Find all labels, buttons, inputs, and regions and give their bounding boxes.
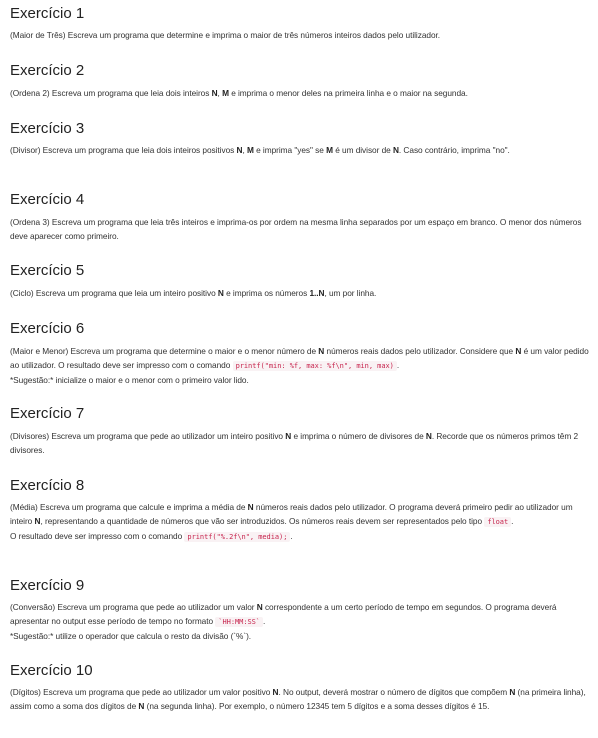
text-span: (Ordena 2) Escreva um programa que leia … [10, 88, 212, 98]
exercise-paragraph: (Ordena 2) Escreva um programa que leia … [10, 86, 590, 100]
inline-code: float [484, 517, 512, 527]
exercise-2: Exercício 2 (Ordena 2) Escreva um program… [10, 62, 590, 100]
text-span: (Dígitos) Escreva um programa que pede a… [10, 687, 273, 697]
text-span: O resultado deve ser impresso com o coma… [10, 531, 185, 541]
text-span: e imprima os números [223, 288, 310, 298]
text-span: números reais dados pelo utilizador. Con… [324, 346, 516, 356]
text-span: , um por linha. [324, 288, 377, 298]
bold-term: M [326, 145, 333, 155]
text-span: . [511, 516, 514, 526]
exercise-paragraph: (Divisor) Escreva um programa que leia d… [10, 143, 590, 157]
inline-code: `HH:MM:SS` [215, 617, 263, 627]
exercise-4: Exercício 4 (Ordena 3) Escreva um program… [10, 191, 590, 243]
inline-code: printf("%.2f\n", media); [184, 532, 291, 542]
exercise-paragraph: (Ciclo) Escreva um programa que leia um … [10, 286, 590, 300]
exercise-3: Exercício 3 (Divisor) Escreva um programa… [10, 120, 590, 157]
bold-term: M [222, 88, 229, 98]
exercise-1: Exercício 1 (Maior de Três) Escreva um pr… [10, 5, 590, 42]
text-span: (Divisor) Escreva um programa que leia d… [10, 145, 237, 155]
exercise-9: Exercício 9 (Conversão) Escreva um progra… [10, 577, 590, 643]
exercise-title: Exercício 7 [10, 405, 85, 422]
exercise-title: Exercício 4 [10, 191, 85, 208]
exercise-paragraph: (Ordena 3) Escreva um programa que leia … [10, 215, 590, 243]
exercise-title: Exercício 6 [10, 320, 85, 337]
text-span: e imprima o número de divisores de [291, 431, 426, 441]
bold-term: 1..N [309, 288, 325, 298]
text-span: e imprima "yes" se [253, 145, 327, 155]
exercise-10: Exercício 10 (Dígitos) Escreva um program… [10, 662, 590, 713]
exercise-paragraph: *Sugestão:* utilize o operador que calcu… [10, 629, 590, 643]
inline-code: printf("min: %f, max: %f\n", min, max) [232, 361, 397, 371]
text-span: , representando a quantidade de números … [40, 516, 485, 526]
text-span: (Maior de Três) Escreva um programa que … [10, 30, 441, 40]
exercise-8: Exercício 8 (Média) Escreva um programa q… [10, 477, 590, 544]
text-span: . [262, 616, 266, 626]
text-span: (Média) Escreva um programa que calcule … [10, 502, 248, 512]
text-span: *Sugestão:* inicialize o maior e o menor… [10, 375, 249, 385]
exercise-title: Exercício 2 [10, 62, 85, 79]
text-span: (Divisores) Escreva um programa que pede… [10, 431, 286, 441]
exercise-paragraph: (Maior e Menor) Escreva um programa que … [10, 344, 590, 373]
exercise-title: Exercício 8 [10, 477, 85, 494]
text-span: . No output, deverá mostrar o número de … [278, 687, 510, 697]
text-span: (Maior e Menor) Escreva um programa que … [10, 346, 319, 356]
text-span: (Ciclo) Escreva um programa que leia um … [10, 288, 218, 298]
text-span: *Sugestão:* utilize o operador que calcu… [10, 631, 252, 641]
text-span: . [396, 360, 400, 370]
text-span: . [290, 531, 293, 541]
exercise-6: Exercício 6 (Maior e Menor) Escreva um pr… [10, 320, 590, 387]
text-span: e imprima o menor deles na primeira linh… [228, 88, 468, 98]
text-span: (na segunda linha). Por exemplo, o númer… [144, 701, 490, 711]
exercise-title: Exercício 9 [10, 577, 85, 594]
exercise-paragraph: (Conversão) Escreva um programa que pede… [10, 600, 590, 629]
exercise-paragraph: (Dígitos) Escreva um programa que pede a… [10, 685, 590, 713]
exercise-title: Exercício 3 [10, 120, 85, 137]
exercise-paragraph: O resultado deve ser impresso com o coma… [10, 529, 590, 544]
exercise-paragraph: (Média) Escreva um programa que calcule … [10, 500, 590, 529]
exercise-paragraph: *Sugestão:* inicialize o maior e o menor… [10, 373, 590, 387]
exercise-paragraph: (Maior de Três) Escreva um programa que … [10, 28, 590, 42]
exercise-title: Exercício 1 [10, 5, 85, 22]
exercise-title: Exercício 5 [10, 262, 85, 279]
bold-term: M [246, 145, 254, 155]
text-span: (Ordena 3) Escreva um programa que leia … [10, 217, 582, 241]
exercise-7: Exercício 7 (Divisores) Escreva um progra… [10, 405, 590, 457]
exercise-title: Exercício 10 [10, 662, 93, 679]
text-span: é um divisor de [332, 145, 393, 155]
text-span: (Conversão) Escreva um programa que pede… [10, 602, 257, 612]
text-span: . Caso contrário, imprima "no". [398, 145, 510, 155]
exercise-5: Exercício 5 (Ciclo) Escreva um programa q… [10, 262, 590, 300]
exercise-paragraph: (Divisores) Escreva um programa que pede… [10, 429, 590, 457]
